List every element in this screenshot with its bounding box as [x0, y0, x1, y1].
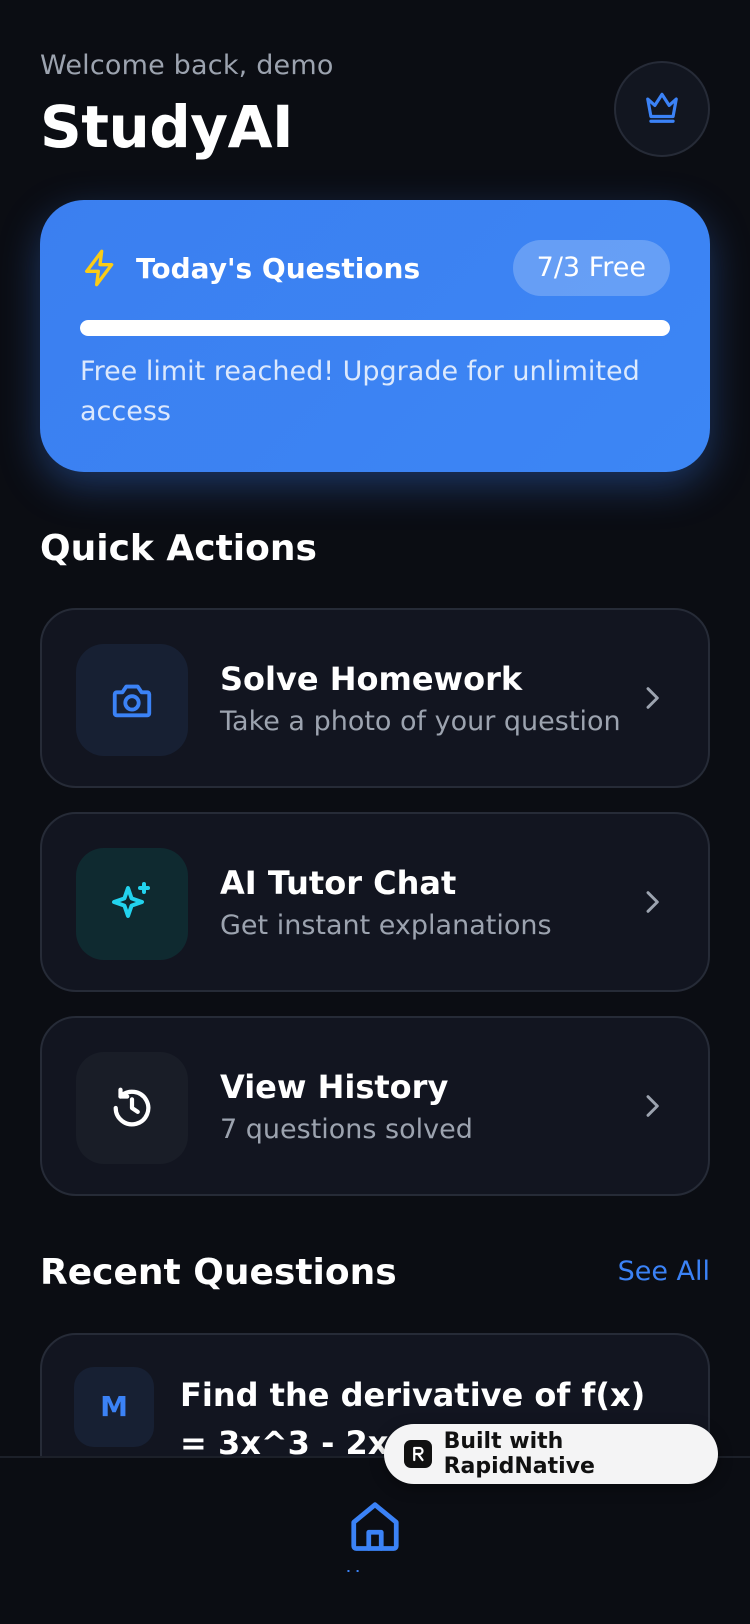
crown-icon — [643, 88, 681, 130]
app-title: StudyAI — [40, 93, 294, 161]
quota-message: Free limit reached! Upgrade for unlimite… — [80, 356, 640, 427]
quota-title: Today's Questions — [136, 252, 421, 285]
camera-icon — [76, 644, 188, 756]
built-with-text: Built with RapidNative — [443, 1429, 595, 1479]
action-title: View History — [220, 1068, 449, 1106]
ai-tutor-chat-card[interactable]: AI Tutor Chat Get instant explanations — [40, 812, 710, 992]
quick-actions-title: Quick Actions — [40, 528, 317, 569]
action-title: Solve Homework — [220, 660, 523, 698]
questions-quota-card[interactable]: Today's Questions 7/3 Free Free limit re… — [40, 200, 710, 472]
action-subtitle: 7 questions solved — [220, 1114, 473, 1145]
chevron-right-icon — [636, 1090, 668, 1126]
history-icon — [76, 1052, 188, 1164]
subject-badge: M — [74, 1367, 154, 1447]
quota-progress-fill — [80, 320, 670, 336]
tab-home-label: Home — [325, 1558, 425, 1572]
action-title: AI Tutor Chat — [220, 864, 457, 902]
sparkles-icon — [76, 848, 188, 960]
quota-progress-bar — [80, 320, 670, 336]
solve-homework-card[interactable]: Solve Homework Take a photo of your ques… — [40, 608, 710, 788]
premium-button[interactable] — [614, 61, 710, 157]
welcome-text: Welcome back, demo — [40, 50, 334, 81]
chevron-right-icon — [636, 682, 668, 718]
header: Welcome back, demo StudyAI — [40, 50, 710, 170]
see-all-link[interactable]: See All — [618, 1256, 710, 1287]
quota-badge: 7/3 Free — [512, 240, 670, 296]
chevron-right-icon — [636, 886, 668, 922]
lightning-icon — [80, 248, 120, 292]
rapidnative-logo-icon — [404, 1440, 432, 1468]
tab-home[interactable] — [345, 1496, 405, 1556]
recent-questions-title: Recent Questions — [40, 1252, 397, 1293]
built-with-badge[interactable]: Built with RapidNative — [384, 1424, 718, 1484]
action-subtitle: Get instant explanations — [220, 910, 552, 941]
action-subtitle: Take a photo of your question — [220, 706, 621, 737]
view-history-card[interactable]: View History 7 questions solved — [40, 1016, 710, 1196]
